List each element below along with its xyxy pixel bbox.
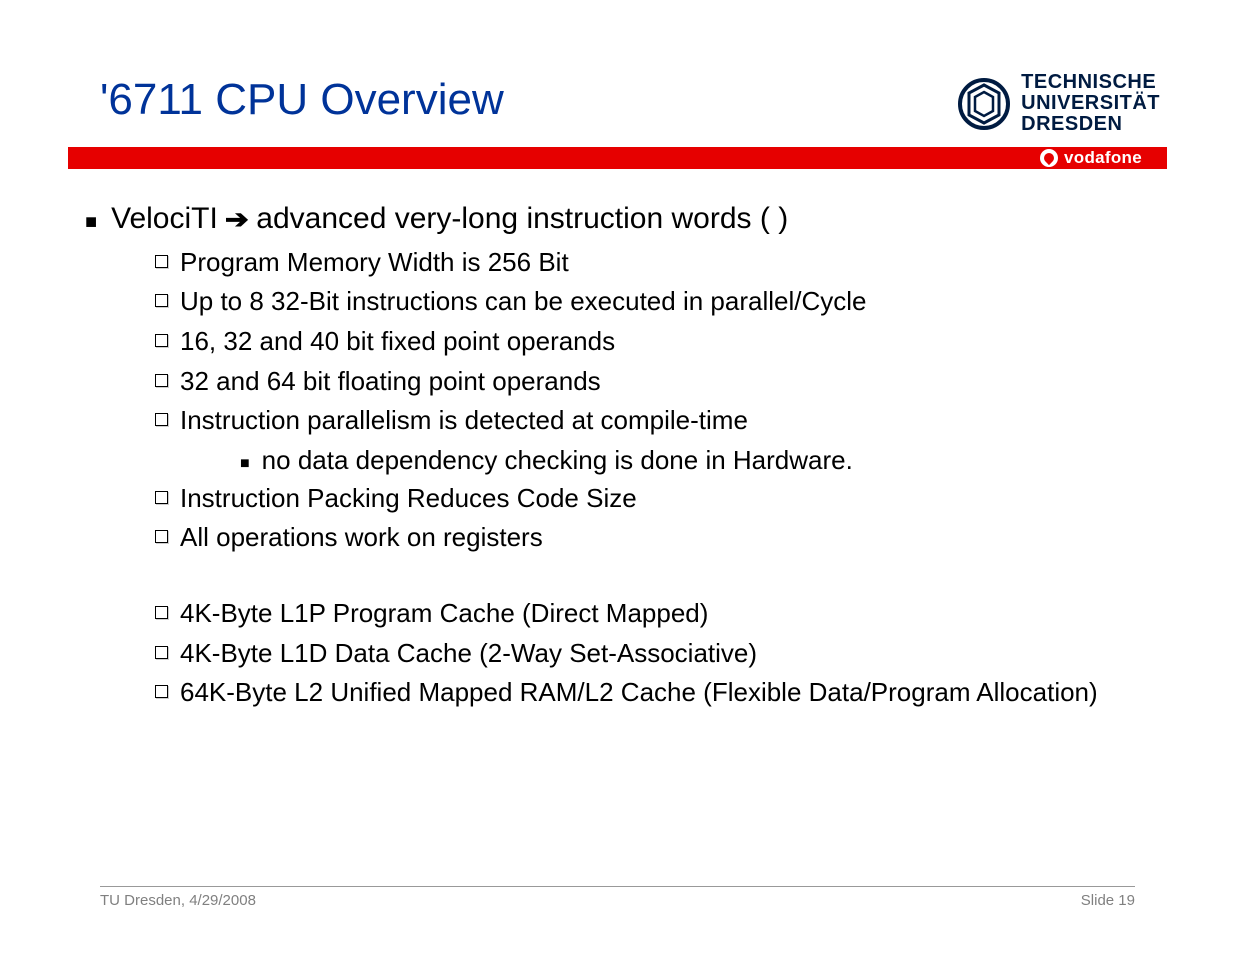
footer-left: TU Dresden, 4/29/2008 — [100, 892, 256, 909]
tud-logo: TECHNISCHE UNIVERSITÄT DRESDEN — [957, 72, 1160, 135]
bullet-level2: 4K-Byte L1D Data Cache (2-Way Set-Associ… — [85, 635, 1150, 673]
title-area: '6711 CPU Overview TECHNISCHE UNIVERSITÄ… — [0, 0, 1235, 125]
content-area: ■ VelociTI ➔ advanced very-long instruct… — [0, 169, 1235, 712]
bullet-level2: Instruction parallelism is detected at c… — [85, 402, 1150, 440]
bullet-level2: All operations work on registers — [85, 519, 1150, 557]
bullet-level3: ■no data dependency checking is done in … — [85, 442, 1150, 480]
bullet-text: VelociTI ➔ advanced very-long instructio… — [111, 199, 788, 240]
bullet-level2: 16, 32 and 40 bit fixed point operands — [85, 323, 1150, 361]
hollow-square-icon — [155, 646, 168, 659]
bullet-level2: Up to 8 32-Bit instructions can be execu… — [85, 283, 1150, 321]
tud-text: TECHNISCHE UNIVERSITÄT DRESDEN — [1021, 72, 1160, 135]
hollow-square-icon — [155, 255, 168, 268]
hollow-square-icon — [155, 685, 168, 698]
square-bullet-icon: ■ — [240, 442, 250, 475]
arrow-right-icon: ➔ — [225, 202, 249, 237]
bullet-level2: 64K-Byte L2 Unified Mapped RAM/L2 Cache … — [85, 674, 1150, 712]
hollow-square-icon — [155, 491, 168, 504]
bullet-level2: Program Memory Width is 256 Bit — [85, 244, 1150, 282]
vodafone-text: vodafone — [1064, 148, 1142, 168]
bullet-level2: 4K-Byte L1P Program Cache (Direct Mapped… — [85, 595, 1150, 633]
bullet-level2: Instruction Packing Reduces Code Size — [85, 480, 1150, 518]
red-divider-bar: vodafone — [68, 147, 1167, 169]
tud-emblem-icon — [957, 77, 1011, 131]
spacer — [85, 559, 1150, 595]
hollow-square-icon — [155, 413, 168, 426]
hollow-square-icon — [155, 334, 168, 347]
slide: '6711 CPU Overview TECHNISCHE UNIVERSITÄ… — [0, 0, 1235, 954]
tud-line2: UNIVERSITÄT — [1021, 93, 1160, 114]
footer: TU Dresden, 4/29/2008 Slide 19 — [100, 886, 1135, 909]
tud-line1: TECHNISCHE — [1021, 72, 1160, 93]
bullet-level2: 32 and 64 bit floating point operands — [85, 363, 1150, 401]
vodafone-icon — [1040, 149, 1058, 167]
hollow-square-icon — [155, 606, 168, 619]
hollow-square-icon — [155, 530, 168, 543]
tud-line3: DRESDEN — [1021, 114, 1160, 135]
footer-right: Slide 19 — [1081, 892, 1135, 909]
square-bullet-icon: ■ — [85, 199, 97, 236]
vodafone-logo: vodafone — [1030, 147, 1167, 169]
hollow-square-icon — [155, 294, 168, 307]
bullet-level1: ■ VelociTI ➔ advanced very-long instruct… — [85, 199, 1150, 240]
hollow-square-icon — [155, 374, 168, 387]
